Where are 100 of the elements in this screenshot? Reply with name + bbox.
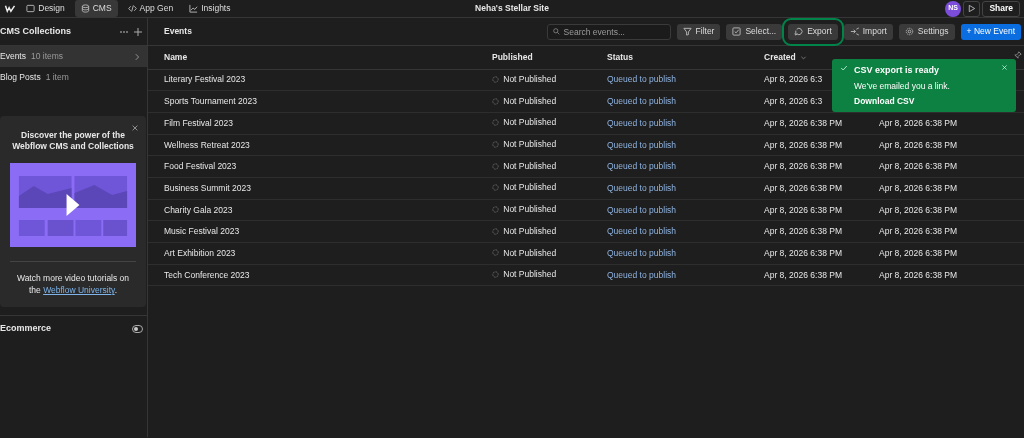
settings-icon — [904, 27, 914, 36]
event-name: Tech Conference 2023 — [164, 268, 250, 282]
event-name: Food Festival 2023 — [164, 160, 237, 173]
status-text: Queued to publish — [607, 95, 676, 108]
chart-icon — [189, 4, 199, 13]
dashed-circle-icon — [492, 162, 499, 170]
toolbar-button[interactable]: Settings — [898, 23, 955, 40]
import-icon — [849, 27, 859, 36]
event-name: Sports Tournament 2023 — [164, 95, 257, 108]
close-icon — [131, 124, 139, 132]
status-text: Queued to publish — [607, 246, 676, 260]
share-button[interactable]: Share — [982, 0, 1020, 17]
event-name: Business Summit 2023 — [164, 181, 251, 195]
university-link[interactable]: Webflow University — [43, 285, 115, 296]
date-text: Apr 8, 2026 6:38 PM — [764, 246, 842, 260]
publish-state: Not Published — [503, 246, 557, 260]
nav-tab[interactable]: CMS — [74, 0, 118, 17]
filter-icon — [682, 27, 692, 36]
event-name: Wellness Retreat 2023 — [164, 138, 250, 152]
dashed-circle-icon — [492, 271, 499, 279]
publish-state: Not Published — [503, 138, 557, 151]
nav-tab[interactable]: App Gen — [121, 0, 180, 17]
nav-tab[interactable]: Design — [20, 0, 71, 17]
close-icon — [1001, 64, 1008, 71]
date-text: Apr 8, 2026 6:38 PM — [879, 268, 957, 282]
event-name: Literary Festival 2023 — [164, 73, 246, 87]
status-text: Queued to publish — [607, 181, 676, 195]
event-name: Film Festival 2023 — [164, 116, 233, 130]
check-icon — [840, 64, 848, 72]
date-text: Apr 8, 2026 6:3 — [764, 95, 823, 108]
collection-item[interactable]: Events 10 items — [0, 46, 147, 67]
date-text: Apr 8, 2026 6:38 PM — [879, 138, 957, 152]
item-count: 1 item — [45, 71, 69, 84]
toolbar-button[interactable]: Import — [843, 23, 893, 40]
play-icon — [967, 4, 977, 13]
promo-title: Discover the power of the Webflow CMS and Collections — [12, 130, 134, 153]
dashed-circle-icon — [492, 206, 499, 214]
column-header: Status — [607, 51, 633, 62]
publish-state: Not Published — [503, 116, 557, 130]
promo-text: Watch more video tutorials on the Webflow University. — [15, 271, 131, 297]
search-field[interactable]: Search events... — [546, 23, 671, 40]
date-text: Apr 8, 2026 6:38 PM — [879, 203, 957, 217]
page-title: Events — [164, 25, 192, 38]
column-header: Published — [492, 51, 533, 62]
publish-state: Not Published — [503, 73, 557, 86]
column-header: Created — [764, 51, 796, 62]
dashed-circle-icon — [492, 140, 499, 148]
date-text: Apr 8, 2026 6:38 PM — [879, 246, 957, 260]
date-text: Apr 8, 2026 6:38 PM — [764, 138, 842, 152]
collection-name: Events — [0, 50, 26, 63]
status-text: Queued to publish — [607, 160, 676, 173]
dashed-circle-icon — [492, 249, 499, 257]
toolbar-button[interactable]: Filter — [676, 23, 721, 40]
add-icon — [133, 26, 143, 37]
sidebar-title: CMS Collections — [0, 24, 71, 38]
logo-icon — [4, 4, 16, 13]
publish-state: Not Published — [503, 203, 557, 216]
date-text: Apr 8, 2026 6:38 PM — [879, 116, 957, 130]
frame-icon — [26, 4, 36, 13]
pin-icon — [1014, 51, 1022, 59]
status-text: Queued to publish — [607, 116, 676, 130]
dashed-circle-icon — [492, 227, 499, 235]
event-name: Art Exhibition 2023 — [164, 246, 236, 260]
date-text: Apr 8, 2026 6:38 PM — [764, 225, 842, 239]
status-text: Queued to publish — [607, 225, 676, 239]
date-text: Apr 8, 2026 6:38 PM — [764, 181, 842, 195]
dashed-circle-icon — [492, 119, 499, 127]
event-name: Charity Gala 2023 — [164, 203, 233, 217]
date-text: Apr 8, 2026 6:3 — [764, 73, 823, 87]
event-name: Music Festival 2023 — [164, 225, 240, 239]
publish-state: Not Published — [503, 224, 557, 238]
collection-item[interactable]: Blog Posts 1 item — [0, 67, 147, 88]
checkbox-icon — [732, 27, 742, 36]
column-header: Name — [164, 51, 188, 62]
publish-state: Not Published — [503, 159, 557, 173]
date-text: Apr 8, 2026 6:38 PM — [879, 160, 957, 173]
code-icon — [127, 4, 137, 13]
database-icon — [80, 4, 90, 13]
toolbar-button[interactable]: Select... — [726, 23, 783, 40]
date-text: Apr 8, 2026 6:38 PM — [764, 268, 842, 282]
toolbar-button[interactable]: + New Event — [960, 23, 1021, 40]
site-title: Neha's Stellar Site — [475, 2, 549, 15]
dashed-circle-icon — [492, 184, 499, 192]
sort-icon — [799, 54, 807, 62]
chevron-right-icon — [133, 52, 141, 61]
publish-state: Not Published — [503, 268, 557, 281]
nav-tab[interactable]: Insights — [183, 0, 237, 17]
date-text: Apr 8, 2026 6:38 PM — [879, 181, 957, 195]
preview-button[interactable] — [963, 0, 981, 17]
item-count: 10 items — [31, 50, 64, 63]
status-text: Queued to publish — [607, 138, 676, 152]
status-text: Queued to publish — [607, 268, 676, 282]
date-text: Apr 8, 2026 6:38 PM — [764, 203, 842, 217]
toast-title: CSV export is ready — [854, 64, 941, 77]
download-link[interactable]: Download CSV — [854, 94, 950, 108]
publish-state: Not Published — [503, 94, 557, 108]
dashed-circle-icon — [492, 97, 499, 105]
collection-name: Blog Posts — [0, 71, 41, 84]
search-icon — [552, 28, 560, 35]
date-text: Apr 8, 2026 6:38 PM — [879, 225, 957, 239]
